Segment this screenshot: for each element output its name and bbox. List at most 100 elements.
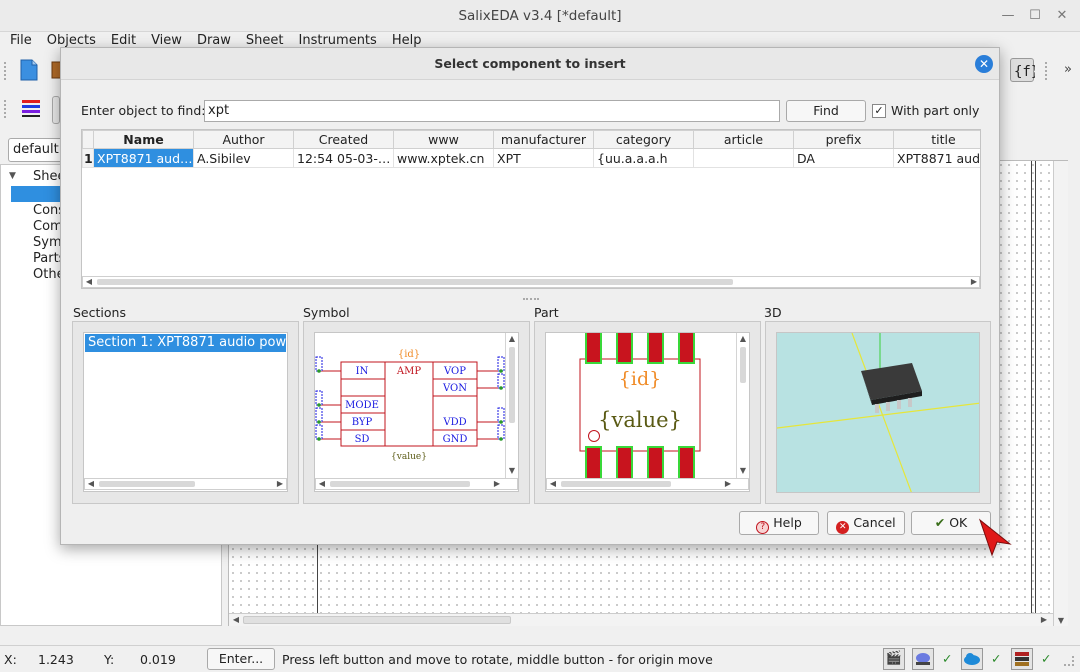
part-scroll-up-icon[interactable]: ▲	[738, 334, 748, 344]
symbol-scroll-right-icon[interactable]: ▶	[492, 479, 502, 489]
maximize-icon[interactable]: ☐	[1025, 6, 1045, 26]
symbol-vscroll[interactable]: ▲ ▼	[505, 333, 518, 478]
cell-www[interactable]: www.xptek.cn	[393, 148, 494, 168]
menu-view[interactable]: View	[141, 32, 187, 48]
tree-item-sym[interactable]: Sym	[33, 235, 62, 250]
sections-scroll-right-icon[interactable]: ▶	[275, 479, 285, 489]
sections-hscroll-thumb[interactable]	[99, 481, 195, 487]
menu-draw[interactable]: Draw	[187, 32, 236, 48]
hscroll-right-icon[interactable]: ▶	[1039, 615, 1049, 625]
find-input[interactable]: xpt	[204, 100, 780, 122]
symbol-scroll-left-icon[interactable]: ◀	[317, 479, 327, 489]
part-panel: {id} {value} ▲ ▼ ◀ ▶	[534, 321, 761, 504]
menu-sheet[interactable]: Sheet	[236, 32, 289, 48]
part-scroll-left-icon[interactable]: ◀	[548, 479, 558, 489]
col-manufacturer[interactable]: manufacturer	[493, 130, 594, 149]
find-button[interactable]: Find	[786, 100, 866, 122]
minimize-icon[interactable]: —	[998, 6, 1018, 26]
table-row[interactable]: 1 XPT8871 aud… A.Sibilev 12:54 05-03-26 …	[82, 148, 980, 168]
cell-article[interactable]	[693, 148, 794, 168]
col-prefix[interactable]: prefix	[793, 130, 894, 149]
cell-title[interactable]: XPT8871 aud…	[893, 148, 980, 168]
cell-prefix[interactable]: DA	[793, 148, 894, 168]
col-title[interactable]: title	[893, 130, 980, 149]
find-label: Enter object to find:	[81, 103, 206, 118]
toolbar2-grip	[4, 100, 7, 118]
video-icon[interactable]: 🎬	[883, 648, 905, 670]
part-hscroll-thumb[interactable]	[561, 481, 671, 487]
col-article[interactable]: article	[693, 130, 794, 149]
table-hscroll[interactable]: ◀ ▶	[82, 276, 980, 288]
part-vscroll[interactable]: ▲ ▼	[736, 333, 749, 478]
hscroll-thumb[interactable]	[243, 616, 511, 624]
resize-grip[interactable]	[1064, 656, 1074, 666]
help-button[interactable]: ? Help	[739, 511, 819, 535]
part-scroll-right-icon[interactable]: ▶	[723, 479, 733, 489]
with-part-only-checkbox[interactable]: ✓	[872, 104, 886, 118]
part-vscroll-thumb[interactable]	[740, 347, 746, 383]
sections-scroll-left-icon[interactable]: ◀	[86, 479, 96, 489]
col-www[interactable]: www	[393, 130, 494, 149]
sections-hscroll[interactable]: ◀ ▶	[84, 478, 287, 490]
network-icon[interactable]	[912, 648, 934, 670]
cloud-ok-icon: ✓	[991, 651, 1002, 666]
hscroll-left-icon[interactable]: ◀	[231, 615, 241, 625]
layers-icon[interactable]	[20, 96, 44, 120]
tree-item-com[interactable]: Com	[33, 219, 63, 234]
tree-expand-icon[interactable]: ▼	[9, 171, 16, 181]
toolbar-overflow-icon[interactable]: »	[1064, 62, 1072, 77]
vscroll-down-icon[interactable]: ▼	[1056, 616, 1066, 626]
symbol-vscroll-thumb[interactable]	[509, 347, 515, 423]
enter-button[interactable]: Enter...	[207, 648, 275, 670]
tree-item-selected[interactable]	[11, 186, 63, 202]
splitter-grip[interactable]	[523, 298, 539, 300]
table-scroll-left-icon[interactable]: ◀	[84, 277, 94, 287]
list-item[interactable]: Section 1: XPT8871 audio pow	[85, 334, 286, 352]
cell-category[interactable]: {uu.a.a.a.h	[593, 148, 694, 168]
threed-panel	[765, 321, 991, 504]
cell-manufacturer[interactable]: XPT	[493, 148, 594, 168]
function-icon[interactable]: {f}	[1010, 58, 1039, 82]
close-window-icon[interactable]: ✕	[1052, 6, 1072, 26]
menu-help[interactable]: Help	[382, 32, 427, 48]
cancel-icon: ✕	[836, 521, 850, 534]
row-number: 1	[82, 148, 94, 168]
symbol-scroll-down-icon[interactable]: ▼	[507, 466, 517, 476]
symbol-hscroll-thumb[interactable]	[330, 481, 470, 487]
part-preview[interactable]: {id} {value} ▲ ▼ ◀ ▶	[545, 332, 750, 492]
col-created[interactable]: Created	[293, 130, 394, 149]
table-hscroll-thumb[interactable]	[97, 279, 733, 285]
threed-view[interactable]	[776, 332, 980, 493]
col-name[interactable]: Name	[93, 130, 194, 149]
toolbar2-combo-edge[interactable]	[52, 96, 60, 124]
library-icon[interactable]	[1011, 648, 1033, 670]
col-category[interactable]: category	[593, 130, 694, 149]
menu-instruments[interactable]: Instruments	[289, 32, 382, 48]
toolbar-grip	[4, 62, 7, 80]
cell-created[interactable]: 12:54 05-03-26	[293, 148, 394, 168]
symbol-preview[interactable]: {id} AMP {value} IN MODE BYP SD VOP VON …	[314, 332, 519, 492]
part-hscroll[interactable]: ◀ ▶	[546, 478, 749, 490]
chip-3d-icon	[777, 333, 979, 492]
table-scroll-right-icon[interactable]: ▶	[969, 277, 979, 287]
symbol-hscroll[interactable]: ◀ ▶	[315, 478, 518, 490]
pin-byp: BYP	[352, 417, 373, 428]
cancel-button[interactable]: ✕ Cancel	[827, 511, 905, 535]
menu-edit[interactable]: Edit	[101, 32, 141, 48]
cloud-icon[interactable]	[961, 648, 983, 670]
pin-vdd: VDD	[442, 417, 466, 428]
menu-file[interactable]: File	[0, 32, 37, 48]
canvas-vscroll[interactable]: ▼	[1053, 161, 1068, 626]
new-file-icon[interactable]	[17, 58, 41, 82]
col-author[interactable]: Author	[193, 130, 294, 149]
cell-name[interactable]: XPT8871 aud…	[93, 148, 194, 168]
cell-author[interactable]: A.Sibilev	[193, 148, 294, 168]
canvas-hscroll[interactable]: ◀ ▶	[229, 613, 1053, 626]
dialog-close-icon[interactable]: ✕	[975, 55, 993, 73]
sheet-combo[interactable]: default	[8, 138, 66, 162]
sections-list: Section 1: XPT8871 audio pow ◀ ▶	[83, 332, 288, 492]
part-scroll-down-icon[interactable]: ▼	[738, 466, 748, 476]
pin-vop: VOP	[443, 366, 466, 377]
symbol-scroll-up-icon[interactable]: ▲	[507, 334, 517, 344]
menu-objects[interactable]: Objects	[37, 32, 101, 48]
